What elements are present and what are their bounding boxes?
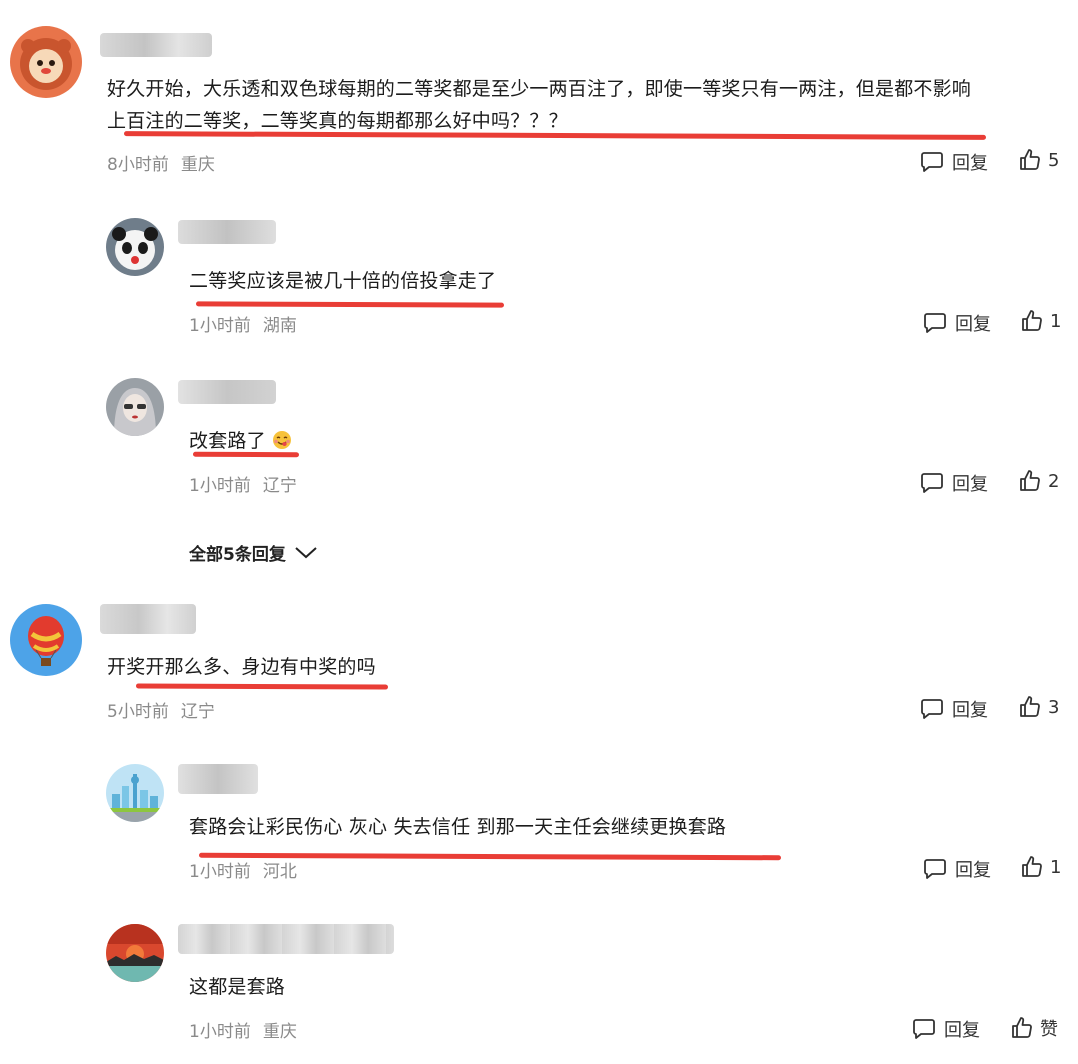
- avatar-panda[interactable]: [106, 218, 164, 276]
- highlight-underline: [192, 451, 300, 458]
- comment-meta: 8小时前 重庆: [107, 150, 215, 175]
- comment-text: 二等奖应该是被几十倍的倍投拿走了: [189, 270, 497, 292]
- thumbs-up-icon: [1022, 856, 1042, 877]
- face-savoring-emoji-icon: [272, 431, 291, 449]
- like-button[interactable]: 1: [1020, 309, 1061, 333]
- like-count: 1: [1050, 310, 1062, 332]
- comment-bubble-icon: [921, 152, 943, 172]
- reply-button[interactable]: 回复: [920, 149, 988, 175]
- like-count: 5: [1048, 149, 1060, 171]
- reply-label: 回复: [944, 1020, 980, 1041]
- username-blurred[interactable]: [178, 764, 258, 794]
- like-button[interactable]: 3: [1018, 695, 1059, 719]
- reply-label: 回复: [952, 474, 988, 495]
- comment-meta: 1小时前 湖南: [189, 311, 297, 336]
- comment-meta: 1小时前 辽宁: [189, 471, 297, 496]
- reply-button[interactable]: 回复: [920, 470, 988, 496]
- comment-meta: 5小时前 辽宁: [107, 697, 215, 722]
- comment-text: 开奖开那么多、身边有中奖的吗: [107, 656, 376, 678]
- reply-button[interactable]: 回复: [923, 856, 991, 882]
- like-button[interactable]: 5: [1018, 148, 1059, 172]
- highlight-underline: [123, 131, 987, 140]
- reply-button[interactable]: 回复: [923, 310, 991, 336]
- like-label: 赞: [1040, 1019, 1058, 1040]
- highlight-underline: [195, 301, 505, 308]
- comment-bubble-icon: [913, 1019, 935, 1039]
- comment-time: 1小时前: [189, 476, 251, 496]
- comment-time: 8小时前: [107, 155, 169, 175]
- thumbs-up-icon: [1020, 470, 1040, 491]
- avatar-girl[interactable]: [106, 378, 164, 436]
- like-button[interactable]: 1: [1020, 855, 1061, 879]
- like-count: 3: [1048, 696, 1060, 718]
- expand-replies-label: 全部5条回复: [189, 545, 286, 565]
- expand-replies-button[interactable]: 全部5条回复: [189, 540, 318, 565]
- comment-time: 5小时前: [107, 702, 169, 722]
- like-count: 2: [1048, 470, 1060, 492]
- reply-label: 回复: [955, 314, 991, 335]
- comment-bubble-icon: [924, 859, 946, 879]
- reply-button[interactable]: 回复: [912, 1016, 980, 1042]
- username-blurred[interactable]: [178, 924, 394, 954]
- thumbs-up-icon: [1020, 696, 1040, 717]
- comment-time: 1小时前: [189, 1022, 251, 1042]
- comment-location: 辽宁: [180, 702, 215, 722]
- avatar-lion[interactable]: [10, 26, 82, 98]
- comment-text-line2: 上百注的二等奖，二等奖真的每期都那么好中吗？？？: [107, 110, 568, 132]
- username-blurred[interactable]: [100, 33, 212, 57]
- thumbs-up-icon: [1012, 1017, 1032, 1038]
- username-blurred[interactable]: [100, 604, 196, 634]
- like-count: 1: [1050, 856, 1062, 878]
- reply-label: 回复: [952, 700, 988, 721]
- comment-text: 好久开始，大乐透和双色球每期的二等奖都是至少一两百注了，即使一等奖只有一两注，但…: [107, 78, 972, 100]
- avatar-city-skyline[interactable]: [106, 764, 164, 822]
- reply-button[interactable]: 回复: [920, 696, 988, 722]
- comment-location: 辽宁: [262, 476, 297, 496]
- comment-text-content: 改套路了: [189, 430, 266, 452]
- thumbs-up-icon: [1020, 149, 1040, 170]
- comment-location: 河北: [262, 862, 297, 882]
- comment-location: 重庆: [180, 155, 215, 175]
- avatar-hot-air-balloon[interactable]: [10, 604, 82, 676]
- like-button[interactable]: 赞: [1010, 1015, 1058, 1041]
- username-blurred[interactable]: [178, 380, 276, 404]
- comment-text: 改套路了: [189, 426, 292, 453]
- comment-bubble-icon: [924, 313, 946, 333]
- comment-location: 重庆: [262, 1022, 297, 1042]
- comment-text: 这都是套路: [189, 976, 286, 998]
- chevron-down-icon: [295, 546, 317, 558]
- username-blurred[interactable]: [178, 220, 276, 244]
- comment-meta: 1小时前 重庆: [189, 1017, 297, 1042]
- like-button[interactable]: 2: [1018, 469, 1059, 493]
- comment-location: 湖南: [262, 316, 297, 336]
- comment-bubble-icon: [921, 699, 943, 719]
- comment-text: 套路会让彩民伤心 灰心 失去信任 到那一天主任会继续更换套路: [189, 816, 727, 838]
- thumbs-up-icon: [1022, 310, 1042, 331]
- highlight-underline: [135, 683, 389, 690]
- reply-label: 回复: [955, 860, 991, 881]
- comment-bubble-icon: [921, 473, 943, 493]
- reply-label: 回复: [952, 153, 988, 174]
- comment-time: 1小时前: [189, 862, 251, 882]
- comment-meta: 1小时前 河北: [189, 857, 297, 882]
- avatar-sunset[interactable]: [106, 924, 164, 982]
- comment-time: 1小时前: [189, 316, 251, 336]
